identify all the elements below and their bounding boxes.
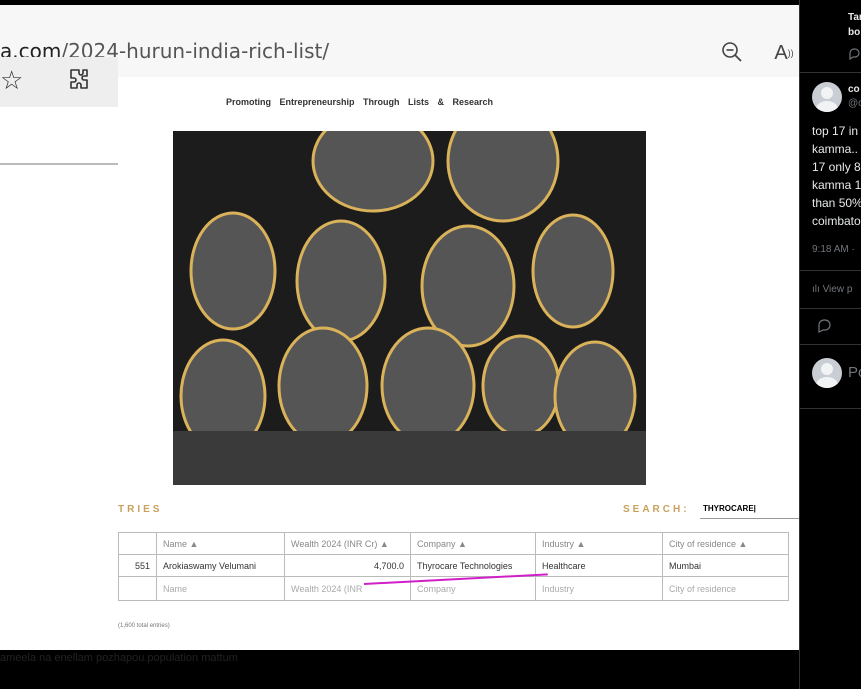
tweet-line-1: top 17 in: [812, 124, 859, 138]
rich-list-collage-photo: [173, 131, 646, 485]
tweet-line-3: 17 only 8: [812, 160, 861, 174]
bar-chart-icon: ılı: [812, 284, 823, 295]
divider: [800, 72, 861, 73]
reply-snippet-line-2: bo: [848, 27, 861, 38]
table-footer-note: (1,600 total entries): [118, 623, 170, 629]
search-label: SEARCH:: [623, 504, 690, 515]
views-label: View p: [822, 284, 853, 295]
reply-icon[interactable]: [848, 48, 860, 63]
star-icon[interactable]: ☆: [0, 65, 23, 96]
table-row: 551 Arokiaswamy Velumani 4,700.0 Thyroca…: [118, 554, 789, 577]
reply-snippet-line-1: Tar: [848, 12, 861, 23]
post-reply-placeholder[interactable]: Po: [848, 364, 861, 381]
avatar[interactable]: [812, 82, 842, 112]
favorites-popup: ☆: [0, 57, 118, 165]
name-filter[interactable]: Name: [156, 576, 285, 601]
comment-icon[interactable]: [817, 319, 831, 336]
image-caption: ameela na enellam pozhapou.population ma…: [0, 652, 238, 664]
user-name[interactable]: co: [848, 84, 860, 95]
rank-filter[interactable]: [118, 576, 157, 601]
industry-filter[interactable]: Industry: [535, 576, 663, 601]
screen: a.com/2024-hurun-india-rich-list/ A)) ☆ …: [0, 0, 861, 689]
right-sidebar: Tar bo co @c top 17 in kamma.. 17 only 8…: [799, 0, 861, 689]
city-cell: Mumbai: [662, 554, 789, 577]
browser-toolbar: a.com/2024-hurun-india-rich-list/ A)): [0, 5, 799, 77]
views-link[interactable]: ılı View p: [812, 284, 852, 295]
read-aloud-icon[interactable]: A)): [772, 41, 796, 65]
tweet-line-5: than 50%: [812, 196, 861, 210]
section-label: TRIES: [118, 504, 163, 515]
avatar: [812, 358, 842, 388]
name-header[interactable]: Name ▲: [156, 532, 285, 555]
name-cell: Arokiaswamy Velumani: [156, 554, 285, 577]
extensions-icon[interactable]: [66, 67, 90, 97]
wealth-header[interactable]: Wealth 2024 (INR Cr) ▲: [284, 532, 411, 555]
rank-header[interactable]: [118, 532, 157, 555]
wealth-filter[interactable]: Wealth 2024 (INR: [284, 576, 411, 601]
user-handle[interactable]: @c: [848, 98, 861, 109]
industry-header[interactable]: Industry ▲: [535, 532, 663, 555]
rich-list-table: Name ▲ Wealth 2024 (INR Cr) ▲ Company ▲ …: [118, 532, 789, 601]
table-header-row: Name ▲ Wealth 2024 (INR Cr) ▲ Company ▲ …: [118, 532, 789, 555]
tweet-line-4: kamma 1: [812, 178, 861, 192]
screenshot-image: a.com/2024-hurun-india-rich-list/ A)) ☆ …: [0, 5, 799, 650]
rank-cell: 551: [118, 554, 157, 577]
company-header[interactable]: Company ▲: [410, 532, 536, 555]
city-header[interactable]: City of residence ▲: [662, 532, 789, 555]
tweet-line-6: coimbato: [812, 214, 861, 228]
wealth-cell: 4,700.0: [284, 554, 411, 577]
divider: [800, 270, 861, 271]
tweet-line-2: kamma..: [812, 142, 859, 156]
divider: [800, 344, 861, 345]
zoom-out-icon[interactable]: [720, 41, 744, 65]
divider: [800, 408, 861, 409]
city-filter[interactable]: City of residence: [662, 576, 789, 601]
tweet-timestamp[interactable]: 9:18 AM ·: [812, 244, 855, 255]
search-input[interactable]: [700, 499, 799, 519]
company-cell: Thyrocare Technologies: [410, 554, 536, 577]
industry-cell: Healthcare: [535, 554, 663, 577]
site-tagline: Promoting Entrepreneurship Through Lists…: [226, 97, 494, 107]
divider: [800, 308, 861, 309]
